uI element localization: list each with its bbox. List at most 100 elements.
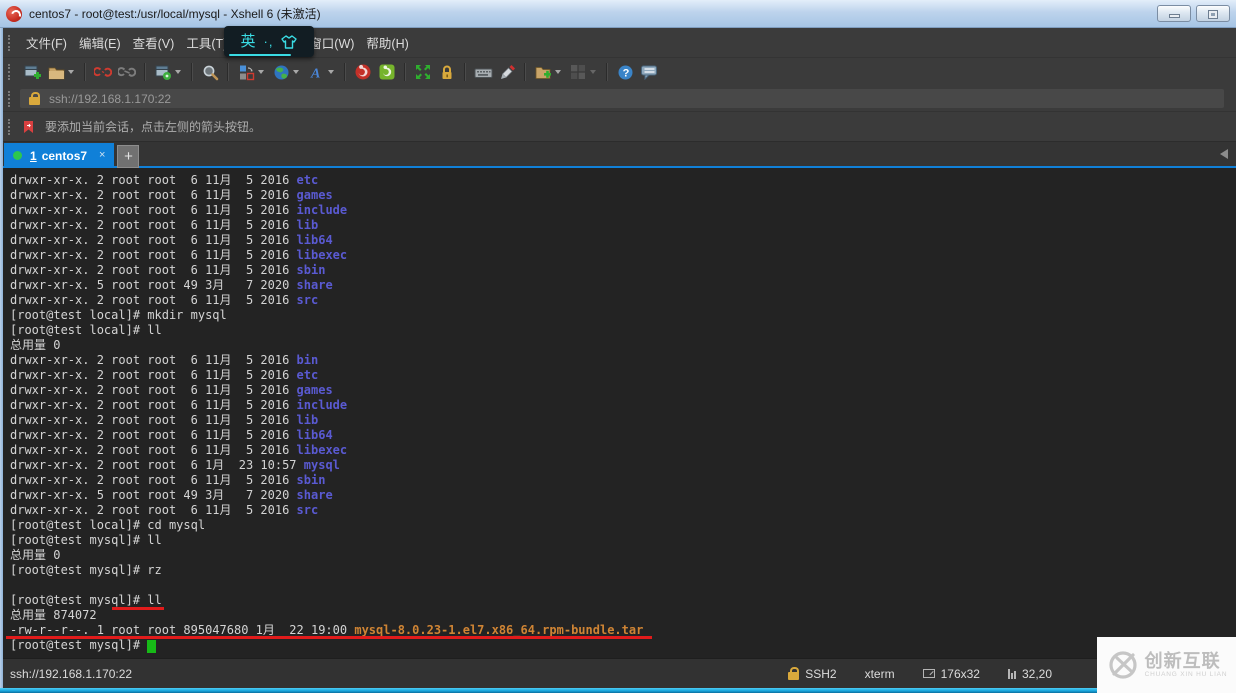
help-button[interactable]: ? [613, 60, 637, 84]
disconnect-button[interactable] [91, 60, 115, 84]
keyboard-icon [474, 68, 492, 78]
ssl-lock-icon [29, 91, 40, 105]
noticebar-grip[interactable] [8, 118, 10, 135]
maximize-button[interactable] [1196, 5, 1230, 22]
globe-icon [274, 65, 288, 79]
terminal-line: [root@test local]# cd mysql [10, 518, 206, 532]
maximize-icon [1208, 10, 1218, 19]
terminal-segment-dir: sbin [296, 473, 326, 487]
toolbar-grip[interactable] [8, 64, 10, 80]
terminal-segment-dir: sbin [296, 263, 326, 277]
encoding-button[interactable] [269, 60, 293, 84]
annotation-underline-file [6, 636, 652, 639]
xftp-icon [379, 64, 395, 80]
terminal-segment-dir: lib64 [296, 428, 333, 442]
terminal-cursor [147, 640, 157, 653]
font-a-icon: A [310, 66, 320, 81]
menubar-grip[interactable] [8, 34, 10, 51]
new-file-transfer-button[interactable] [531, 60, 555, 84]
tile-grid-icon [571, 65, 585, 79]
watermark-logo-icon [1109, 651, 1137, 679]
addressbar-grip[interactable] [8, 90, 10, 107]
address-bar: ssh://192.168.1.170:22 [0, 86, 1236, 111]
add-session-flag-icon [24, 120, 33, 133]
menu-view[interactable]: 查看(V) [127, 28, 181, 57]
tab-bar: 1 centos7 × + [0, 141, 1236, 168]
fullscreen-button[interactable] [411, 60, 435, 84]
font-button[interactable]: A [304, 60, 328, 84]
terminal-segment-dir: bin [296, 353, 319, 367]
session-properties-button[interactable] [151, 60, 175, 84]
window-left-border [0, 28, 3, 688]
menu-file[interactable]: 文件(F) [20, 28, 73, 57]
lock-screen-button[interactable] [435, 60, 459, 84]
reconnect-button[interactable] [115, 60, 139, 84]
title-bar: centos7 - root@test:/usr/local/mysql - X… [0, 0, 1236, 28]
toolbar-separator [144, 63, 146, 81]
font-dropdown[interactable] [328, 70, 334, 74]
annotation-underline-ll [112, 607, 164, 610]
color-scheme-dropdown[interactable] [258, 70, 264, 74]
feedback-button[interactable] [637, 60, 661, 84]
new-file-dropdown[interactable] [555, 70, 561, 74]
toolbar-separator [227, 63, 229, 81]
minimize-icon [1168, 14, 1180, 18]
tab-scroll-left-icon[interactable] [1220, 149, 1228, 159]
xftp-app-button[interactable] [375, 60, 399, 84]
minimize-button[interactable] [1157, 5, 1191, 22]
menu-help[interactable]: 帮助(H) [360, 28, 414, 57]
tab-centos7[interactable]: 1 centos7 × [4, 143, 115, 168]
ime-language-toggle[interactable]: 英 [241, 34, 256, 49]
menu-edit[interactable]: 编辑(E) [73, 28, 127, 57]
find-button[interactable] [198, 60, 222, 84]
terminal-line: drwxr-xr-x. 2 root root 6 1月 23 10:57 my… [10, 458, 340, 472]
address-field[interactable]: ssh://192.168.1.170:22 [20, 89, 1224, 108]
color-scheme-button[interactable] [234, 60, 258, 84]
terminal-line: 总用量 0 [10, 548, 61, 562]
watermark: 创新互联 CHUANG XIN HU LIAN [1097, 637, 1236, 693]
terminal-segment-dir: libexec [296, 443, 348, 457]
encoding-dropdown[interactable] [293, 70, 299, 74]
terminal-segment-dir: src [296, 503, 319, 517]
terminal-line: [root@test mysql]# ll [10, 593, 162, 607]
terminal-line: drwxr-xr-x. 5 root root 49 3月 7 2020 sha… [10, 278, 333, 292]
ime-skin-shirt-icon[interactable] [281, 34, 298, 49]
resize-icon [922, 669, 935, 678]
xshell-logo-icon [6, 5, 22, 22]
terminal-line: drwxr-xr-x. 2 root root 6 11月 5 2016 lib… [10, 428, 333, 442]
status-cursor-position: 32,20 [994, 667, 1066, 681]
toolbar-separator [404, 63, 406, 81]
toolbar-separator [524, 63, 526, 81]
status-terminal-size: 176x32 [909, 667, 994, 681]
virtual-keyboard-button[interactable] [471, 60, 495, 84]
open-session-button[interactable] [44, 60, 68, 84]
terminal-line: [root@test mysql]# rz [10, 563, 162, 577]
open-session-dropdown[interactable] [68, 70, 74, 74]
xshell-app-button[interactable] [351, 60, 375, 84]
tile-windows-dropdown [590, 70, 596, 74]
terminal-output[interactable]: drwxr-xr-x. 2 root root 6 11月 5 2016 etc… [0, 168, 1236, 658]
folder-plus-icon [535, 66, 551, 79]
terminal-segment-dir: share [296, 278, 333, 292]
toolbar-separator [606, 63, 608, 81]
terminal-line: drwxr-xr-x. 2 root root 6 11月 5 2016 gam… [10, 383, 333, 397]
xshell-window: centos7 - root@test:/usr/local/mysql - X… [0, 0, 1236, 693]
terminal-line: drwxr-xr-x. 2 root root 6 11月 5 2016 lib… [10, 248, 348, 262]
new-session-button[interactable] [20, 60, 44, 84]
ime-punctuation-toggle[interactable]: ·, [264, 35, 274, 48]
terminal-line: drwxr-xr-x. 2 root root 6 11月 5 2016 lib… [10, 443, 348, 457]
terminal-segment-dir: share [296, 488, 333, 502]
window-title: centos7 - root@test:/usr/local/mysql - X… [29, 7, 321, 21]
terminal-line: drwxr-xr-x. 2 root root 6 11月 5 2016 lib [10, 413, 319, 427]
toolbar-separator [191, 63, 193, 81]
link-icon [118, 67, 136, 77]
properties-dropdown[interactable] [175, 70, 181, 74]
ime-status-popup: 英 ·, [224, 26, 314, 57]
terminal-segment-dir: libexec [296, 248, 348, 262]
chat-bubble-icon [641, 65, 657, 80]
terminal-segment-dir: lib [296, 413, 319, 427]
new-tab-button[interactable]: + [117, 145, 140, 168]
highlight-pen-button[interactable] [495, 60, 519, 84]
svg-text:A: A [310, 66, 320, 81]
tab-close-icon[interactable]: × [99, 150, 105, 161]
